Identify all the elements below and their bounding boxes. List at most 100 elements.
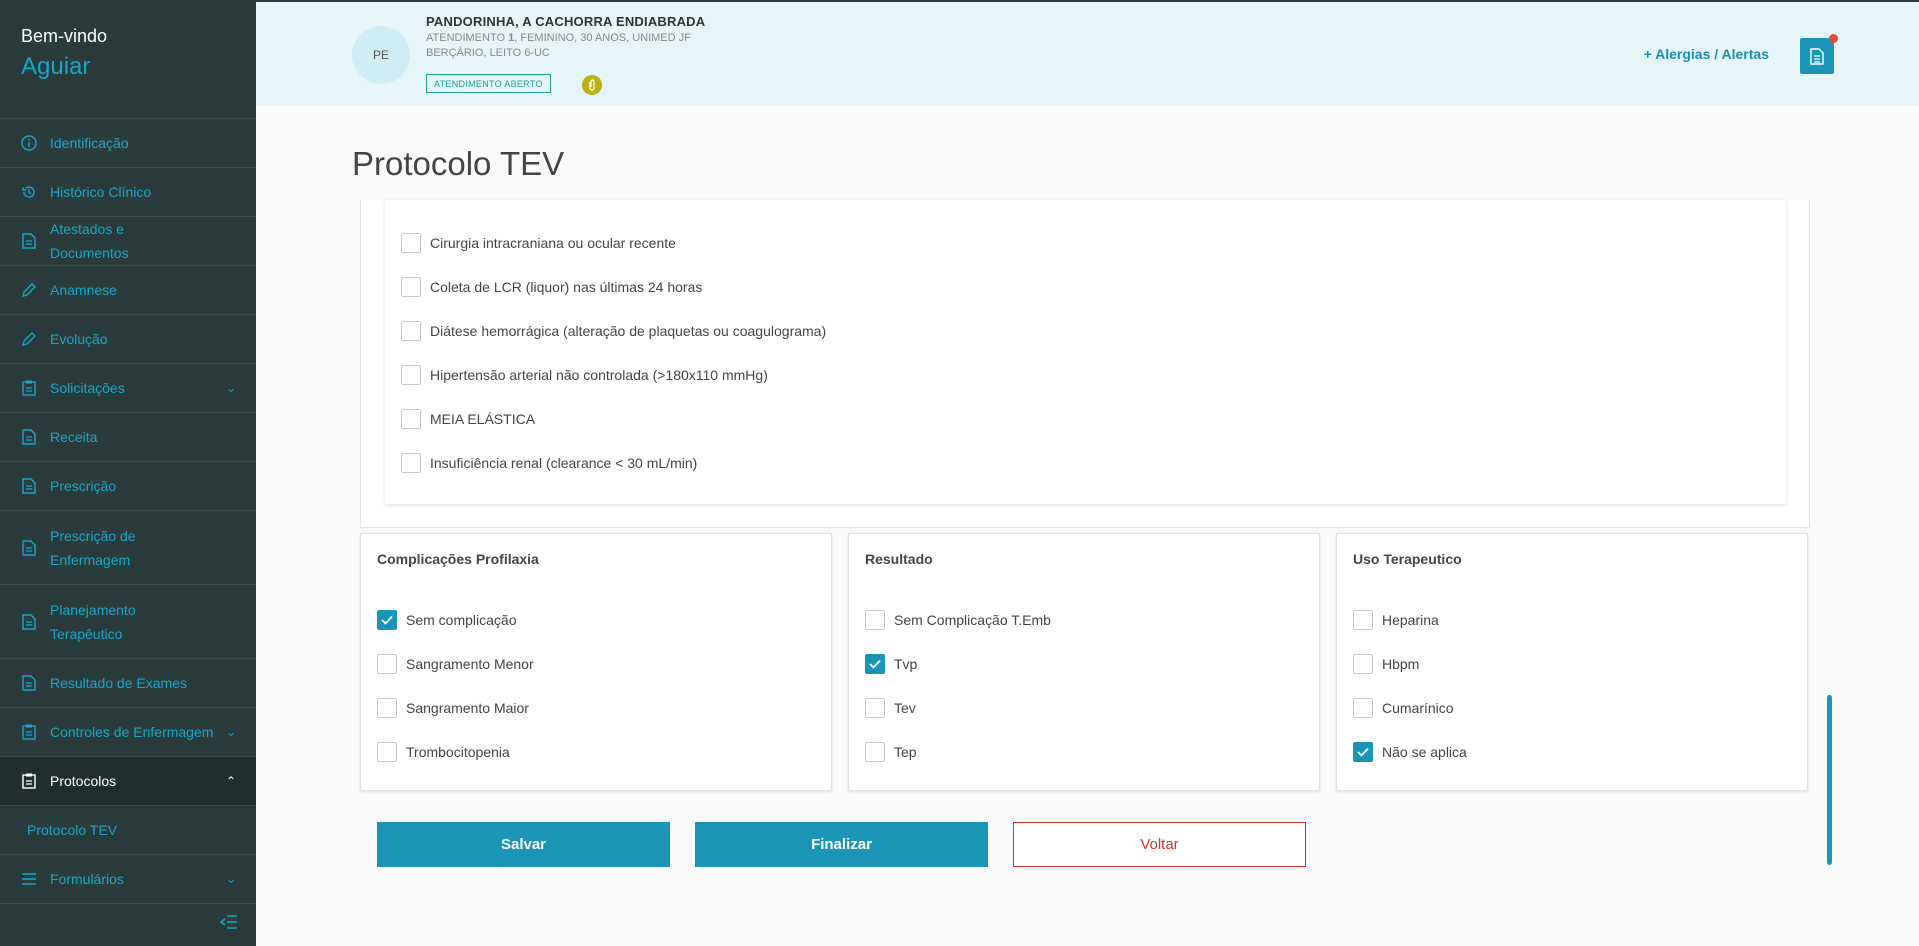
sidebar-item-identificacao[interactable]: Identificação bbox=[0, 119, 256, 168]
checkbox-item[interactable]: Hipertensão arterial não controlada (>18… bbox=[401, 365, 768, 385]
sidebar-item-label: Histórico Clínico bbox=[50, 184, 152, 200]
checkbox-label: Cirurgia intracraniana ou ocular recente bbox=[430, 235, 676, 251]
sidebar-item-historico[interactable]: Histórico Clínico bbox=[0, 168, 256, 217]
checkbox[interactable] bbox=[401, 409, 421, 429]
notification-dot bbox=[1829, 34, 1838, 43]
user-name: Aguiar bbox=[21, 53, 91, 80]
document-icon bbox=[20, 613, 38, 631]
paperclip-icon[interactable] bbox=[582, 75, 602, 95]
checkbox-item[interactable]: Coleta de LCR (liquor) nas últimas 24 ho… bbox=[401, 277, 702, 297]
checkbox[interactable] bbox=[401, 233, 421, 253]
chevron-down-icon: ⌄ bbox=[225, 381, 236, 395]
clipboard-icon bbox=[20, 379, 38, 397]
patient-info-prefix: ATENDIMENTO bbox=[426, 32, 509, 44]
document-icon bbox=[20, 428, 38, 446]
checkbox-label: Sem complicação bbox=[406, 612, 517, 628]
checkbox[interactable] bbox=[1353, 742, 1373, 762]
checkbox-item[interactable]: Trombocitopenia bbox=[377, 742, 510, 762]
sidebar-item-planejamento[interactable]: Planejamento Terapêutico bbox=[0, 585, 256, 659]
checkbox[interactable] bbox=[865, 742, 885, 762]
checkbox[interactable] bbox=[377, 610, 397, 630]
checkbox[interactable] bbox=[865, 698, 885, 718]
checkbox-label: Tep bbox=[894, 744, 917, 760]
checkbox[interactable] bbox=[401, 453, 421, 473]
checkbox-item[interactable]: Cirurgia intracraniana ou ocular recente bbox=[401, 233, 676, 253]
sidebar-item-resultado-exames[interactable]: Resultado de Exames bbox=[0, 659, 256, 708]
card-title: Resultado bbox=[865, 551, 933, 567]
clipboard-icon bbox=[20, 723, 38, 741]
sidebar-item-label: Protocolos bbox=[50, 773, 117, 789]
back-button[interactable]: Voltar bbox=[1013, 822, 1306, 867]
checkbox-item[interactable]: Sangramento Menor bbox=[377, 654, 534, 674]
checkbox[interactable] bbox=[401, 277, 421, 297]
allergies-alerts-link[interactable]: + Alergias / Alertas bbox=[1644, 46, 1769, 62]
pencil-icon bbox=[20, 281, 38, 299]
document-icon bbox=[20, 232, 38, 250]
sidebar-item-label: Anamnese bbox=[50, 282, 117, 298]
documents-button[interactable] bbox=[1800, 34, 1838, 74]
avatar: PE bbox=[352, 26, 410, 84]
sidebar-item-controles[interactable]: Controles de Enfermagem ⌄ bbox=[0, 708, 256, 757]
checkbox-label: Trombocitopenia bbox=[406, 744, 510, 760]
sidebar-item-label: Evolução bbox=[50, 331, 108, 347]
checkbox[interactable] bbox=[401, 321, 421, 341]
sidebar-item-label: Atestados e Documentos bbox=[50, 221, 129, 261]
checkbox-item[interactable]: Insuficiência renal (clearance < 30 mL/m… bbox=[401, 453, 697, 473]
checkbox-item[interactable]: Heparina bbox=[1353, 610, 1439, 630]
history-icon bbox=[20, 183, 38, 201]
checkbox[interactable] bbox=[865, 654, 885, 674]
collapse-sidebar-icon[interactable] bbox=[219, 915, 238, 934]
checkbox[interactable] bbox=[377, 654, 397, 674]
sidebar-item-receita[interactable]: Receita bbox=[0, 413, 256, 462]
sidebar-item-evolucao[interactable]: Evolução bbox=[0, 315, 256, 364]
checkbox-label: Coleta de LCR (liquor) nas últimas 24 ho… bbox=[430, 279, 703, 295]
sidebar-item-prescricao[interactable]: Prescrição bbox=[0, 462, 256, 511]
contraindications-card: Cirurgia intracraniana ou ocular recente… bbox=[385, 200, 1786, 504]
sidebar-item-solicitacoes[interactable]: Solicitações ⌄ bbox=[0, 364, 256, 413]
checkbox-item[interactable]: Cumarínico bbox=[1353, 698, 1454, 718]
checkbox-item[interactable]: Não se aplica bbox=[1353, 742, 1467, 762]
clipboard-icon bbox=[20, 772, 38, 790]
document-icon bbox=[20, 539, 38, 557]
checkbox-item[interactable]: Sangramento Maior bbox=[377, 698, 529, 718]
checkbox-label: Hipertensão arterial não controlada (>18… bbox=[430, 367, 768, 383]
checkbox[interactable] bbox=[1353, 654, 1373, 674]
checkbox[interactable] bbox=[401, 365, 421, 385]
save-button[interactable]: Salvar bbox=[377, 822, 670, 867]
sidebar-item-atestados[interactable]: Atestados e Documentos bbox=[0, 217, 256, 266]
checkbox-label: Diátese hemorrágica (alteração de plaque… bbox=[430, 323, 827, 339]
checkbox-item[interactable]: Hbpm bbox=[1353, 654, 1419, 674]
uso-terapeutico-card: Uso Terapeutico Heparina Hbpm Cumarínico… bbox=[1336, 533, 1808, 791]
sidebar-item-label: Identificação bbox=[50, 135, 129, 151]
scrollbar[interactable] bbox=[1827, 695, 1832, 865]
welcome-text: Bem-vindo bbox=[21, 26, 108, 46]
checkbox-item[interactable]: Diátese hemorrágica (alteração de plaque… bbox=[401, 321, 826, 341]
sidebar-item-prescricao-enfermagem[interactable]: Prescrição de Enfermagem bbox=[0, 511, 256, 585]
card-title: Complicações Profilaxia bbox=[377, 551, 539, 567]
checkbox-item[interactable]: MEIA ELÁSTICA bbox=[401, 409, 535, 429]
checkbox[interactable] bbox=[377, 698, 397, 718]
checkbox-item[interactable]: Tep bbox=[865, 742, 917, 762]
checkbox-item[interactable]: Sem complicação bbox=[377, 610, 517, 630]
checkbox[interactable] bbox=[1353, 610, 1373, 630]
sidebar-item-anamnese[interactable]: Anamnese bbox=[0, 266, 256, 315]
chevron-down-icon: ⌄ bbox=[225, 725, 236, 739]
list-icon bbox=[20, 870, 38, 888]
document-icon bbox=[1810, 47, 1824, 65]
checkbox-item[interactable]: Tvp bbox=[865, 654, 917, 674]
sidebar-subitem-protocolo-tev[interactable]: Protocolo TEV bbox=[0, 806, 256, 855]
checkbox-label: Sem Complicação T.Emb bbox=[894, 612, 1051, 628]
chevron-down-icon: ⌄ bbox=[225, 872, 236, 886]
checkbox-label: Insuficiência renal (clearance < 30 mL/m… bbox=[430, 455, 698, 471]
sidebar-item-label: Formulários bbox=[50, 871, 124, 887]
finish-button[interactable]: Finalizar bbox=[695, 822, 988, 867]
checkbox[interactable] bbox=[377, 742, 397, 762]
checkbox[interactable] bbox=[865, 610, 885, 630]
checkbox[interactable] bbox=[1353, 698, 1373, 718]
checkbox-item[interactable]: Tev bbox=[865, 698, 916, 718]
sidebar-item-label: Resultado de Exames bbox=[50, 675, 187, 691]
sidebar-item-protocolos[interactable]: Protocolos ⌃ bbox=[0, 757, 256, 806]
sidebar-item-formularios[interactable]: Formulários ⌄ bbox=[0, 855, 256, 904]
checkbox-item[interactable]: Sem Complicação T.Emb bbox=[865, 610, 1051, 630]
checkbox-label: Tev bbox=[894, 700, 916, 716]
